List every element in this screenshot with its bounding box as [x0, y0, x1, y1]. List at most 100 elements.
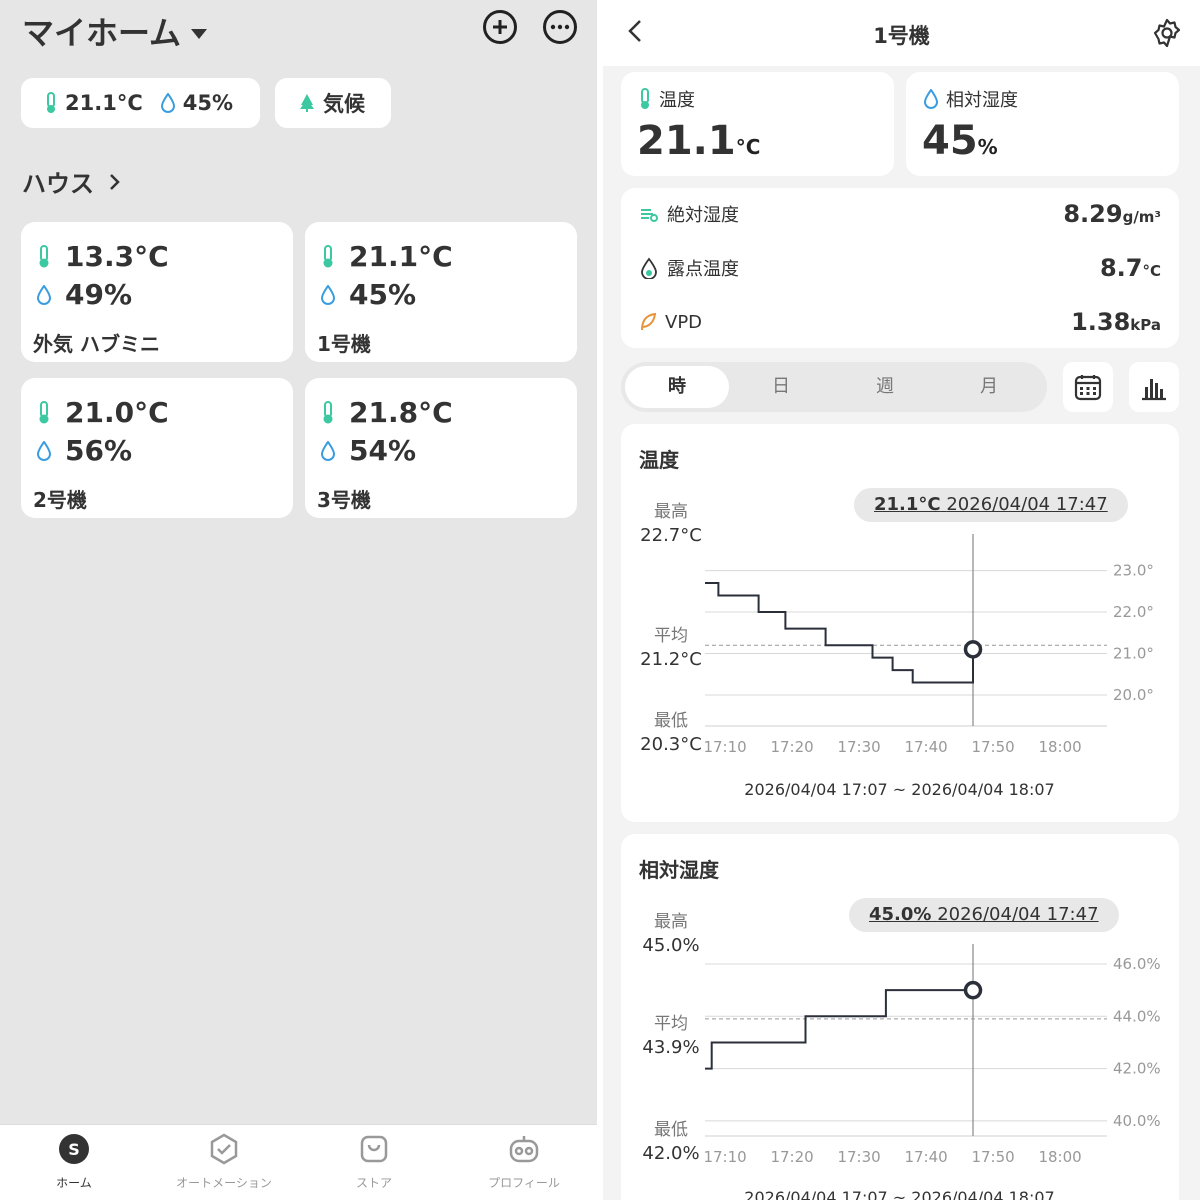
drop-icon	[321, 284, 335, 305]
metric-unit: g/m³	[1122, 208, 1161, 226]
bar-chart-icon	[1142, 379, 1166, 401]
abs-humidity-icon	[641, 209, 658, 222]
thermometer-icon	[641, 88, 649, 109]
temperature-chart-card: 温度 最高 22.7°C 平均 21.2°C 最低 20.3°C 21.1°C 202…	[621, 424, 1179, 822]
cursor-point	[963, 640, 983, 659]
x-tick-label: 17:50	[971, 1148, 1014, 1166]
x-tick-label: 17:40	[904, 738, 947, 756]
badge-time: 2026/04/04 17:47	[937, 904, 1099, 925]
calendar-icon	[1074, 375, 1102, 401]
chart-type-button[interactable]	[1129, 362, 1179, 412]
device-card[interactable]: 21.1°C 45% 1号機	[305, 222, 577, 362]
drop-icon	[321, 440, 335, 461]
climate-label: 気候	[323, 92, 365, 116]
metric-unit: °C	[1142, 262, 1161, 280]
x-tick-label: 17:40	[904, 1148, 947, 1166]
tab-home[interactable]: S ホーム	[4, 1133, 144, 1191]
device-card[interactable]: 21.0°C 56% 2号機	[21, 378, 293, 518]
period-day[interactable]: 日	[729, 366, 833, 408]
home-summary-humidity: 45%	[182, 91, 233, 115]
x-tick-label: 17:30	[837, 738, 880, 756]
humidity-unit: %	[977, 135, 998, 159]
series-line	[705, 582, 974, 684]
plus-icon	[493, 20, 507, 34]
tree-icon	[300, 94, 314, 112]
device-temperature: 21.1°C	[349, 240, 453, 273]
device-name: 2号機	[33, 488, 87, 512]
automation-icon	[210, 1133, 238, 1165]
period-hour[interactable]: 時	[625, 366, 729, 408]
x-tick-label: 17:10	[703, 738, 746, 756]
calendar-button[interactable]	[1063, 362, 1113, 412]
humidity-card: 相対湿度 45%	[906, 72, 1179, 176]
dew-point-icon	[641, 257, 657, 279]
period-week[interactable]: 週	[833, 366, 937, 408]
profile-icon	[509, 1136, 539, 1163]
x-tick-label: 17:10	[703, 1148, 746, 1166]
humidity-chart[interactable]: 46.0% 44.0% 42.0% 40.0% 17:10 17:20 17:30 17:40…	[621, 944, 1179, 1184]
device-humidity: 56%	[65, 434, 133, 467]
y-tick-label: 42.0%	[1113, 1060, 1161, 1078]
climate-pill[interactable]: 気候	[275, 78, 391, 128]
bottom-tab-bar: S ホーム オートメーション ストア プロフィール	[0, 1124, 597, 1200]
home-summary-pill[interactable]: 21.1°C 45%	[21, 78, 260, 128]
device-card[interactable]: 21.8°C 54% 3号機	[305, 378, 577, 518]
metric-value: 8.7	[1099, 254, 1143, 282]
device-temperature: 21.8°C	[349, 396, 453, 429]
drop-icon	[924, 89, 938, 109]
series-line	[705, 989, 973, 1070]
temperature-chart[interactable]: 23.0° 22.0° 21.0° 20.0° 17:10 17:20 17:30 17:40…	[621, 534, 1179, 774]
tab-label: プロフィール	[488, 1176, 560, 1190]
device-humidity: 45%	[349, 278, 417, 311]
device-card[interactable]: 13.3°C 49% 外気 ハブミニ	[21, 222, 293, 362]
temperature-value: 21.1	[637, 118, 736, 164]
device-name: 外気 ハブミニ	[33, 332, 160, 356]
badge-value: 45.0%	[869, 904, 932, 925]
home-title: マイホーム	[22, 14, 182, 52]
tab-label: ホーム	[56, 1176, 92, 1190]
drop-icon	[160, 93, 175, 113]
y-tick-label: 44.0%	[1113, 1007, 1161, 1025]
x-tick-label: 17:30	[837, 1148, 880, 1166]
gear-icon[interactable]	[1152, 18, 1182, 48]
max-label: 最高	[654, 502, 688, 522]
metric-row: VPD 1.38kPa	[639, 308, 1161, 336]
badge-value: 21.1°C	[874, 494, 941, 515]
device-name: 1号機	[317, 332, 371, 356]
leaf-icon	[641, 312, 657, 331]
period-month[interactable]: 月	[937, 366, 1041, 408]
metric-value: 1.38	[1071, 308, 1131, 336]
metric-label: 露点温度	[667, 259, 739, 280]
tab-automation[interactable]: オートメーション	[154, 1133, 294, 1191]
cursor-badge: 21.1°C 2026/04/04 17:47	[854, 488, 1128, 522]
device-temperature: 13.3°C	[65, 240, 169, 273]
cursor-point	[963, 980, 983, 1000]
x-tick-label: 17:20	[770, 1148, 813, 1166]
temperature-unit: °C	[735, 135, 761, 159]
home-selector[interactable]: マイホーム	[22, 8, 208, 54]
store-icon	[360, 1135, 388, 1163]
home-s-icon: S	[59, 1134, 89, 1164]
date-range: 2026/04/04 17:07 ~ 2026/04/04 18:07	[744, 780, 1055, 799]
temperature-card: 温度 21.1°C	[621, 72, 894, 176]
thermometer-icon	[323, 400, 333, 423]
house-section-link[interactable]: ハウス	[22, 164, 122, 199]
thermometer-icon	[47, 92, 55, 113]
chart-title: 温度	[639, 448, 679, 472]
tab-profile[interactable]: プロフィール	[454, 1133, 594, 1191]
metric-unit: kPa	[1130, 316, 1161, 334]
tab-store[interactable]: ストア	[304, 1133, 444, 1191]
y-tick-label: 20.0°	[1113, 686, 1154, 704]
more-button[interactable]	[543, 10, 577, 44]
y-tick-label: 22.0°	[1113, 603, 1154, 621]
chevron-right-icon	[110, 174, 121, 190]
add-button[interactable]	[483, 10, 517, 44]
device-temperature: 21.0°C	[65, 396, 169, 429]
humidity-label: 相対湿度	[946, 90, 1018, 111]
tab-label: ストア	[355, 1176, 392, 1190]
y-tick-label: 40.0%	[1113, 1112, 1161, 1130]
top-bar: 1号機	[603, 0, 1200, 66]
temperature-label: 温度	[659, 90, 695, 111]
home-screen: マイホーム 21.1°C 45% 気候 ハウス 13.3°C 49% 外気 ハブ…	[0, 0, 597, 1200]
y-tick-label: 21.0°	[1113, 645, 1154, 663]
